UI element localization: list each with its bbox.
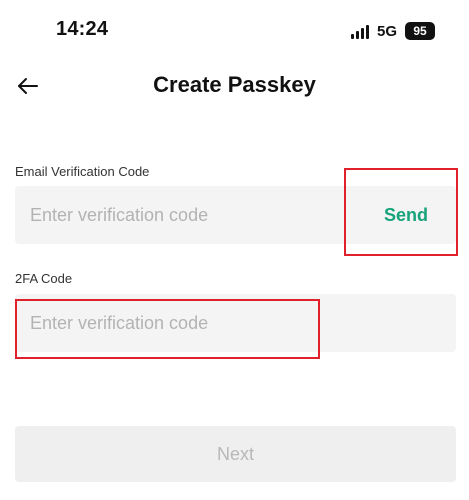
email-code-label: Email Verification Code [15, 164, 150, 179]
twofa-code-input[interactable] [15, 294, 456, 352]
email-code-input[interactable] [15, 186, 356, 244]
next-button[interactable]: Next [15, 426, 456, 482]
send-code-button[interactable]: Send [356, 186, 456, 244]
signal-bars-icon [350, 23, 369, 39]
status-indicators: 5G 95 [350, 20, 435, 42]
status-time: 14:24 [56, 18, 109, 40]
battery-icon: 95 [405, 22, 435, 40]
page-title: Create Passkey [153, 72, 316, 97]
twofa-code-label: 2FA Code [15, 271, 73, 286]
twofa-code-row [15, 294, 456, 352]
network-type: 5G [376, 22, 397, 40]
email-code-row: Send [15, 186, 456, 244]
